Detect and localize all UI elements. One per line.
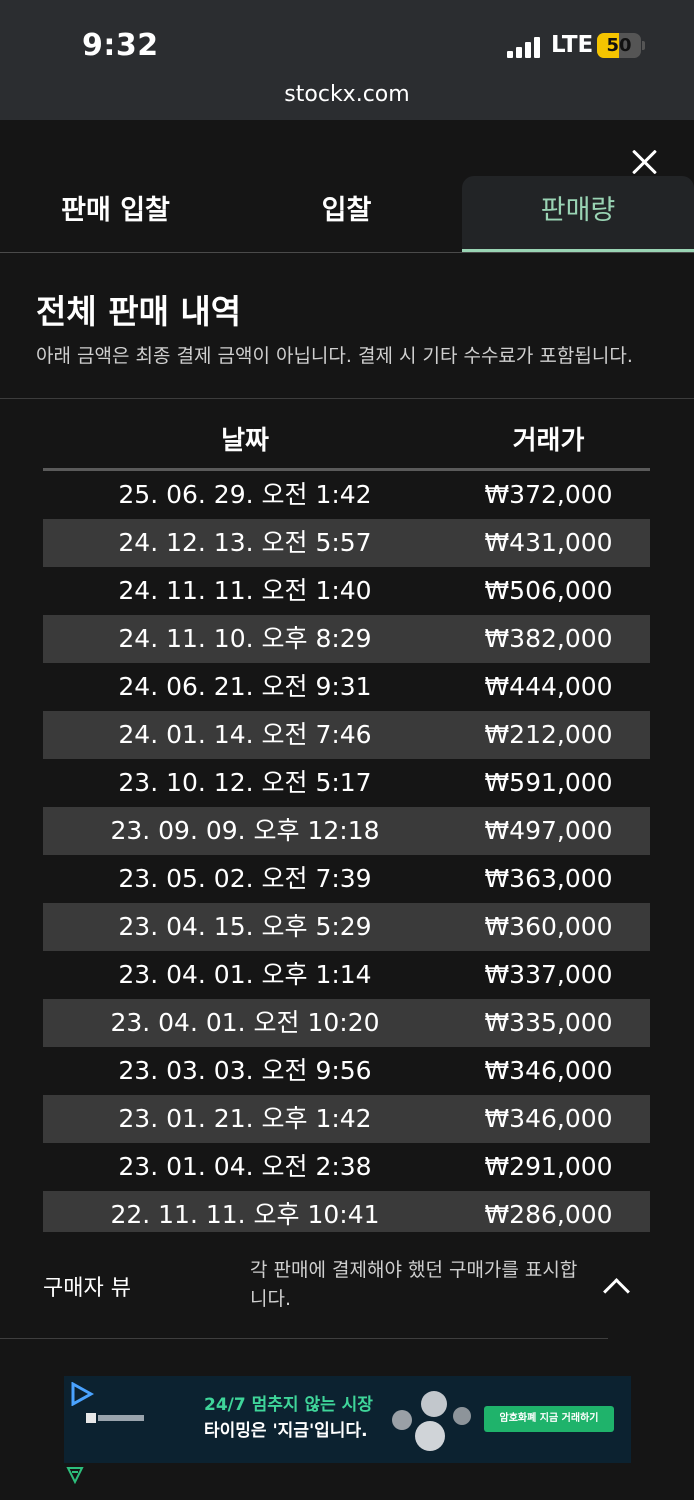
sale-price: ₩346,000 xyxy=(484,1104,613,1133)
chevron-up-icon[interactable] xyxy=(604,1276,624,1296)
sale-date: 23. 04. 01. 오후 1:14 xyxy=(118,960,372,989)
sale-price: ₩291,000 xyxy=(484,1152,613,1181)
table-row: 23. 04. 01. 오전 10:20 ₩335,000 xyxy=(43,999,650,1047)
ad-logo xyxy=(86,1412,146,1427)
sale-price: ₩506,000 xyxy=(484,576,613,605)
page-description: 아래 금액은 최종 결제 금액이 아닙니다. 결제 시 기타 수수료가 포함됩니… xyxy=(36,345,633,367)
sale-date: 25. 06. 29. 오전 1:42 xyxy=(118,480,372,509)
url-bar[interactable]: stockx.com xyxy=(0,82,694,107)
table-row: 23. 10. 12. 오전 5:17 ₩591,000 xyxy=(43,759,650,807)
ad-headline: 24/7 멈추지 않는 시장 xyxy=(204,1395,373,1415)
sale-date: 23. 03. 03. 오전 9:56 xyxy=(118,1056,372,1085)
tab-sell-bids[interactable]: 판매 입찰 xyxy=(0,176,231,252)
sale-price: ₩591,000 xyxy=(484,768,613,797)
sale-price: ₩382,000 xyxy=(484,624,613,653)
sale-date: 24. 06. 21. 오전 9:31 xyxy=(118,672,372,701)
tab-sales[interactable]: 판매량 xyxy=(462,176,694,252)
table-row: 24. 12. 13. 오전 5:57 ₩431,000 xyxy=(43,519,650,567)
battery-tip xyxy=(642,41,645,50)
sale-date: 24. 11. 11. 오전 1:40 xyxy=(118,576,372,605)
table-row: 24. 01. 14. 오전 7:46 ₩212,000 xyxy=(43,711,650,759)
signal-icon xyxy=(507,36,543,58)
sale-date: 22. 11. 11. 오후 10:41 xyxy=(110,1200,380,1229)
sale-price: ₩212,000 xyxy=(484,720,613,749)
close-icon[interactable] xyxy=(630,148,658,176)
battery-level: 50 xyxy=(606,35,632,56)
buyer-view-bar[interactable]: 구매자 뷰 각 판매에 결제해야 했던 구매가를 표시합니다. xyxy=(0,1234,608,1339)
table-header: 날짜 거래가 xyxy=(43,412,650,471)
ad-play-icon xyxy=(71,1382,94,1406)
sale-price: ₩335,000 xyxy=(484,1008,613,1037)
ad-banner[interactable]: 24/7 멈추지 않는 시장 타이밍은 '지금'입니다. 암호화폐 지금 거래하… xyxy=(64,1376,631,1463)
sale-date: 23. 04. 01. 오전 10:20 xyxy=(110,1008,380,1037)
battery-icon: 50 xyxy=(597,33,641,58)
network-label: LTE xyxy=(551,32,594,58)
table-row: 23. 04. 15. 오후 5:29 ₩360,000 xyxy=(43,903,650,951)
sale-date: 23. 09. 09. 오후 12:18 xyxy=(110,816,380,845)
clock: 9:32 xyxy=(82,28,159,63)
sale-price: ₩286,000 xyxy=(484,1200,613,1229)
table-row: 23. 01. 21. 오후 1:42 ₩346,000 xyxy=(43,1095,650,1143)
table-row: 24. 11. 11. 오전 1:40 ₩506,000 xyxy=(43,567,650,615)
ad-subheadline: 타이밍은 '지금'입니다. xyxy=(204,1421,368,1441)
sale-date: 23. 10. 12. 오전 5:17 xyxy=(118,768,372,797)
sale-date: 23. 04. 15. 오후 5:29 xyxy=(118,912,372,941)
sale-date: 23. 01. 04. 오전 2:38 xyxy=(118,1152,372,1181)
table-body: 25. 06. 29. 오전 1:42 ₩372,000 24. 12. 13. 오… xyxy=(43,471,650,1232)
table-row: 23. 03. 03. 오전 9:56 ₩346,000 xyxy=(43,1047,650,1095)
header-price: 거래가 xyxy=(512,426,585,456)
sale-price: ₩497,000 xyxy=(484,816,613,845)
table-row: 23. 05. 02. 오전 7:39 ₩363,000 xyxy=(43,855,650,903)
header-date: 날짜 xyxy=(221,426,269,456)
sale-date: 23. 01. 21. 오후 1:42 xyxy=(118,1104,372,1133)
sale-date: 24. 12. 13. 오전 5:57 xyxy=(118,528,372,557)
sales-table[interactable]: 날짜 거래가 25. 06. 29. 오전 1:42 ₩372,000 24. 12… xyxy=(43,412,650,1232)
sale-price: ₩360,000 xyxy=(484,912,613,941)
table-row: 24. 11. 10. 오후 8:29 ₩382,000 xyxy=(43,615,650,663)
table-row: 24. 06. 21. 오전 9:31 ₩444,000 xyxy=(43,663,650,711)
tab-bids[interactable]: 입찰 xyxy=(231,176,462,252)
ad-cta-button[interactable]: 암호화폐 지금 거래하기 xyxy=(484,1406,614,1432)
sale-price: ₩337,000 xyxy=(484,960,613,989)
coins-icon xyxy=(392,1391,471,1451)
buyer-view-description: 각 판매에 결제해야 했던 구매가를 표시합니다. xyxy=(250,1259,578,1310)
buyer-view-label: 구매자 뷰 xyxy=(43,1276,131,1301)
divider xyxy=(0,398,694,399)
table-row: 23. 04. 01. 오후 1:14 ₩337,000 xyxy=(43,951,650,999)
sale-price: ₩431,000 xyxy=(484,528,613,557)
sale-price: ₩363,000 xyxy=(484,864,613,893)
table-row: 22. 11. 11. 오후 10:41 ₩286,000 xyxy=(43,1191,650,1232)
status-bar: 9:32 LTE 50 stockx.com xyxy=(0,0,694,120)
sale-date: 24. 11. 10. 오후 8:29 xyxy=(118,624,372,653)
sale-date: 23. 05. 02. 오전 7:39 xyxy=(118,864,372,893)
sale-price: ₩346,000 xyxy=(484,1056,613,1085)
page-title: 전체 판매 내역 xyxy=(36,292,242,331)
table-row: 25. 06. 29. 오전 1:42 ₩372,000 xyxy=(43,471,650,519)
sale-price: ₩444,000 xyxy=(484,672,613,701)
ad-choices-icon[interactable] xyxy=(66,1466,84,1484)
sale-date: 24. 01. 14. 오전 7:46 xyxy=(118,720,372,749)
table-row: 23. 01. 04. 오전 2:38 ₩291,000 xyxy=(43,1143,650,1191)
sale-price: ₩372,000 xyxy=(484,480,613,509)
table-row: 23. 09. 09. 오후 12:18 ₩497,000 xyxy=(43,807,650,855)
tab-bar: 판매 입찰 입찰 판매량 xyxy=(0,176,694,253)
